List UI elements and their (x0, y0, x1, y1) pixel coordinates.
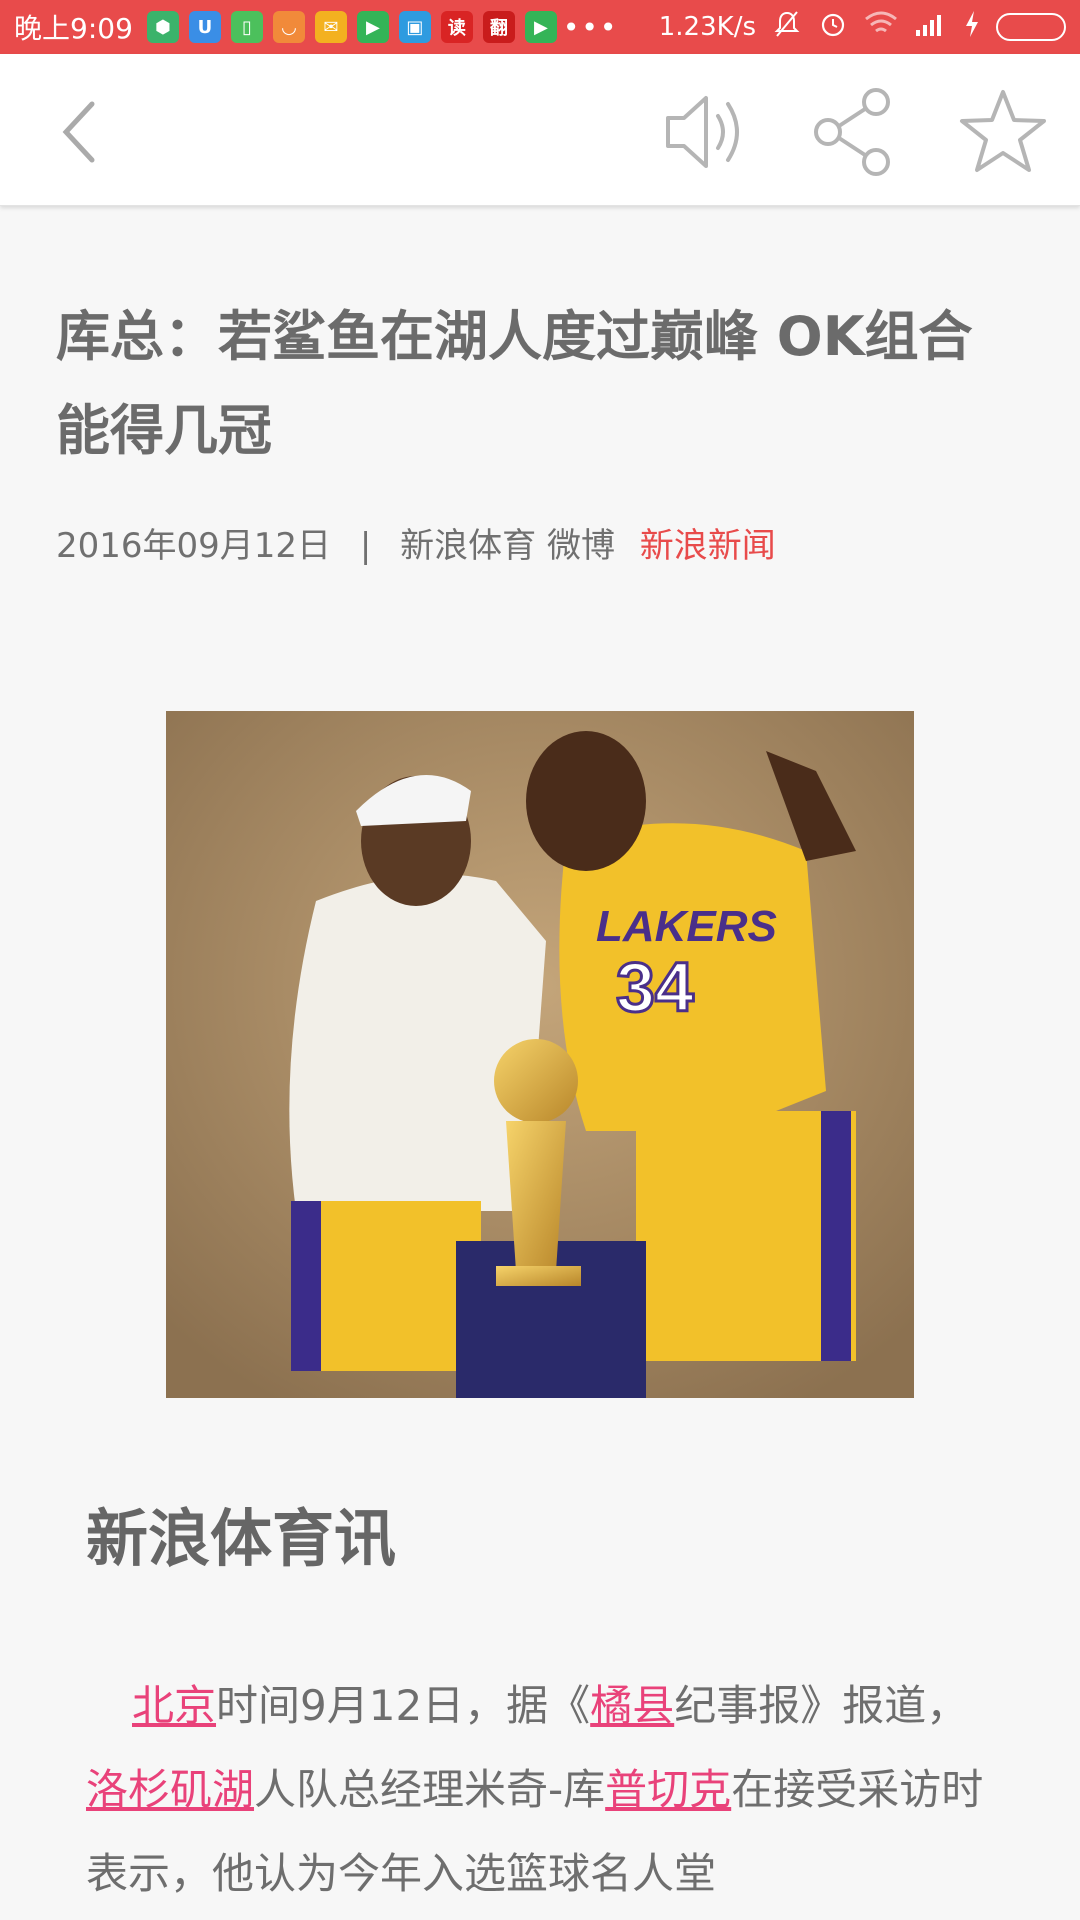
translate-app-icon: 翻 (482, 11, 515, 43)
body-text-1: 时间9月12日，据《 (216, 1681, 591, 1730)
status-time: 晚上9:09 (14, 12, 133, 45)
section-title: 新浪体育讯 (86, 1502, 397, 1575)
link-orange-county[interactable]: 橘县 (590, 1681, 674, 1730)
article-author: 新浪体育 微博 (400, 526, 615, 566)
link-lakers[interactable]: 洛杉矶湖 (86, 1765, 254, 1814)
article-date: 2016年09月12日 (56, 526, 332, 566)
body-text-3: 人队总经理米奇-库 (254, 1765, 606, 1814)
app-bar (0, 54, 1080, 206)
svg-text:34: 34 (616, 948, 694, 1026)
favorite-button[interactable] (955, 84, 1051, 180)
article-headline: 库总：若鲨鱼在湖人度过巅峰 OK组合能得几冠 (56, 305, 973, 462)
mute-icon (772, 9, 802, 46)
svg-text:LAKERS: LAKERS (596, 902, 777, 951)
read-aloud-button[interactable] (658, 84, 754, 180)
mail-app-icon: ✉ (314, 11, 347, 43)
more-notifications-icon: ••• (562, 10, 619, 44)
charging-icon (964, 10, 980, 45)
players-with-trophy-image: LAKERS 34 (166, 711, 914, 1398)
back-button[interactable] (30, 84, 126, 180)
play-app-icon: ▶ (356, 11, 389, 43)
chevron-left-icon (62, 101, 95, 163)
u-app-icon: U (188, 11, 221, 43)
link-beijing[interactable]: 北京 (132, 1681, 216, 1730)
body-text-2: 纪事报》报道， (674, 1681, 969, 1730)
share-icon (814, 88, 890, 176)
notification-icons: ⬢ U ▯ ◡ ✉ ▶ ▣ 读翻 ▶ (146, 11, 557, 43)
box-app-icon: ▣ (398, 11, 431, 43)
source-link[interactable]: 新浪新闻 (640, 526, 776, 566)
signal-icon (914, 10, 948, 45)
speaker-icon (666, 96, 739, 168)
shield-app-icon: ⬢ (146, 11, 179, 43)
article-body: 北京时间9月12日，据《橘县纪事报》报道，洛杉矶湖人队总经理米奇-库普切克在接受… (86, 1664, 1006, 1916)
video-app-icon: ▶ (524, 11, 557, 43)
network-speed: 1.23K/s (658, 12, 756, 42)
battery-app-icon: ▯ (230, 11, 263, 43)
read-app-icon: 读 (440, 11, 473, 43)
article-photo[interactable]: LAKERS 34 (166, 711, 914, 1398)
wifi-icon (864, 10, 898, 45)
share-button[interactable] (808, 84, 904, 180)
status-bar: 晚上9:09 ⬢ U ▯ ◡ ✉ ▶ ▣ 读翻 ▶ ••• 1.23K/s (0, 0, 1080, 54)
battery-icon (996, 13, 1066, 41)
alarm-icon (818, 9, 848, 46)
link-kupchak[interactable]: 普切克 (605, 1765, 731, 1814)
meta-separator: | (359, 526, 372, 566)
mi-app-icon: ◡ (272, 11, 305, 43)
article-meta: 2016年09月12日 | 新浪体育 微博 新浪新闻 (56, 518, 1036, 567)
star-icon (960, 90, 1046, 172)
